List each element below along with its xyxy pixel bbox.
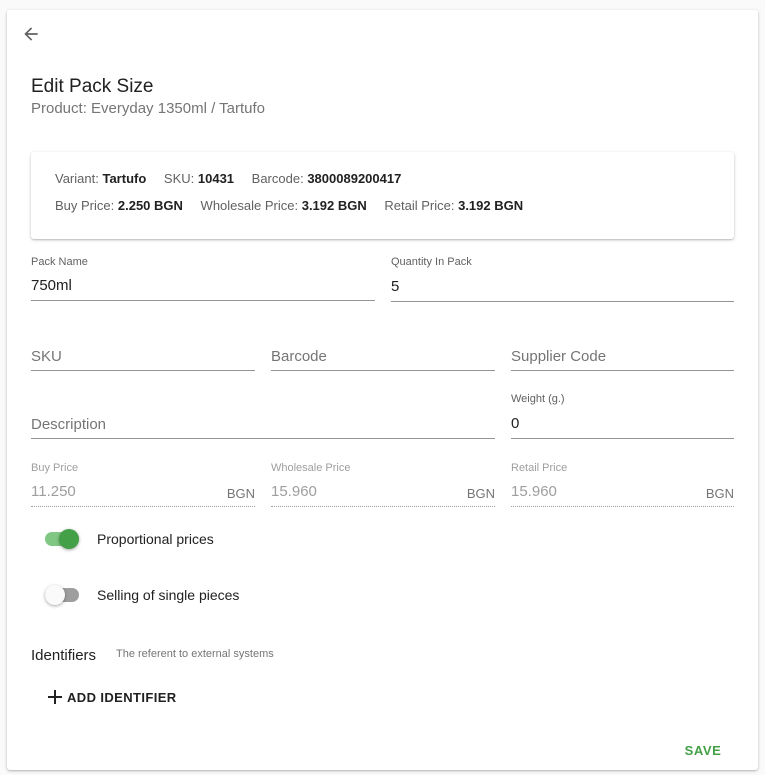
single-pieces-label: Selling of single pieces (97, 587, 240, 603)
buy-price-input: 11.250 (31, 483, 76, 500)
pack-name-field[interactable]: Pack Name 750ml (31, 256, 375, 302)
add-identifier-button[interactable]: ADD IDENTIFIER (47, 682, 177, 712)
quantity-in-pack-label: Quantity In Pack (391, 256, 472, 268)
single-pieces-toggle[interactable]: Selling of single pieces (45, 583, 239, 607)
wholesale-price-input: 15.960 (271, 483, 317, 500)
quantity-in-pack-underline (391, 301, 734, 302)
variant-info-row-2: Buy Price: 2.250 BGN Wholesale Price: 3.… (55, 198, 537, 213)
variant-info-row-1: Variant: Tartufo SKU: 10431 Barcode: 380… (55, 171, 415, 186)
variant-value: Tartufo (102, 171, 147, 186)
description-input[interactable]: Description (31, 416, 106, 433)
proportional-prices-label: Proportional prices (97, 531, 214, 547)
pack-name-input[interactable]: 750ml (31, 277, 72, 294)
switch-thumb (59, 529, 79, 549)
plus-icon (48, 690, 62, 704)
identifiers-title: Identifiers (31, 647, 97, 664)
wholesale-price-value: 3.192 BGN (301, 198, 367, 213)
weight-label: Weight (g.) (511, 393, 565, 405)
sku-input[interactable]: SKU (31, 348, 62, 365)
barcode-info: Barcode: 3800089200417 (251, 171, 402, 186)
weight-field[interactable]: Weight (g.) 0 (511, 393, 734, 440)
barcode-value: 3800089200417 (307, 171, 402, 186)
retail-price-field: Retail Price 15.960 BGN (511, 462, 734, 508)
supplier-code-underline (511, 370, 734, 371)
sku-info: SKU: 10431 (163, 171, 235, 186)
buy-price-value: 2.250 BGN (117, 198, 183, 213)
barcode-field[interactable]: Barcode (271, 346, 495, 372)
pack-name-underline (31, 300, 375, 301)
quantity-in-pack-field[interactable]: Quantity In Pack 5 (391, 256, 734, 302)
back-button[interactable] (19, 22, 43, 46)
barcode-input[interactable]: Barcode (271, 348, 327, 365)
supplier-code-input[interactable]: Supplier Code (511, 348, 606, 365)
buy-price-field: Buy Price 11.250 BGN (31, 462, 255, 508)
wholesale-price-underline (271, 506, 495, 508)
wholesale-price-label: Wholesale Price (271, 462, 351, 474)
buy-price-info: Buy Price: 2.250 BGN (55, 198, 183, 213)
save-button[interactable]: SAVE (672, 736, 734, 764)
sku-value: 10431 (197, 171, 235, 186)
weight-underline (511, 438, 734, 439)
single-pieces-switch[interactable] (45, 585, 79, 605)
weight-input[interactable]: 0 (511, 415, 519, 432)
proportional-prices-switch[interactable] (45, 529, 79, 549)
wholesale-price-field: Wholesale Price 15.960 BGN (271, 462, 495, 508)
sku-underline (31, 370, 255, 371)
retail-price-underline (511, 506, 734, 508)
page: Edit Pack Size Product: Everyday 1350ml … (0, 0, 765, 775)
description-field[interactable]: Description (31, 414, 495, 440)
add-identifier-label: ADD IDENTIFIER (67, 689, 177, 705)
buy-price-underline (31, 506, 255, 508)
retail-price-value: 3.192 BGN (458, 198, 524, 213)
retail-price-input: 15.960 (511, 483, 557, 500)
page-subtitle: Product: Everyday 1350ml / Tartufo (31, 100, 266, 117)
sku-field[interactable]: SKU (31, 346, 255, 372)
identifiers-description: The referent to external systems (116, 648, 274, 660)
variant-info: Variant: Tartufo (55, 171, 147, 186)
wholesale-price-currency: BGN (466, 486, 495, 501)
retail-price-info: Retail Price: 3.192 BGN (384, 198, 524, 213)
barcode-underline (271, 370, 495, 371)
variant-info-card: Variant: Tartufo SKU: 10431 Barcode: 380… (31, 152, 734, 239)
buy-price-currency: BGN (226, 486, 255, 501)
wholesale-price-info: Wholesale Price: 3.192 BGN (200, 198, 367, 213)
buy-price-label: Buy Price (31, 462, 79, 474)
arrow-left-icon (24, 27, 38, 41)
page-title: Edit Pack Size (31, 76, 154, 97)
proportional-prices-toggle[interactable]: Proportional prices (45, 527, 214, 551)
description-underline (31, 438, 495, 439)
edit-pack-size-card: Edit Pack Size Product: Everyday 1350ml … (7, 10, 758, 770)
pack-name-label: Pack Name (31, 256, 88, 268)
retail-price-currency: BGN (705, 486, 734, 501)
retail-price-label: Retail Price (511, 462, 568, 474)
supplier-code-field[interactable]: Supplier Code (511, 346, 734, 372)
quantity-in-pack-input[interactable]: 5 (391, 278, 399, 295)
switch-thumb (45, 585, 65, 605)
